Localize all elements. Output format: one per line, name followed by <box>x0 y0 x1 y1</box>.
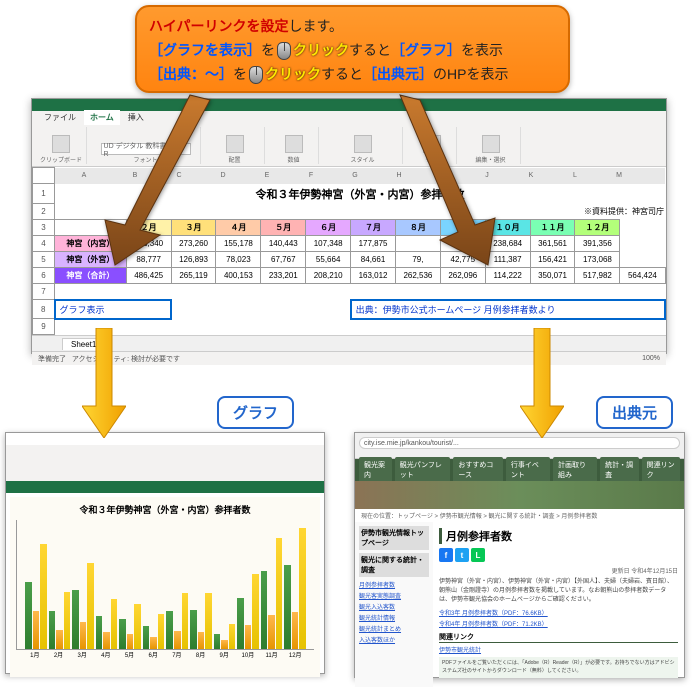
hyperlink-graph[interactable]: グラフ表示 <box>55 300 172 319</box>
chart-area: 令和３年伊勢神宮（外宮・内宮）参拝者数 1月2月3月4月5月6月7月8月9月10… <box>10 497 320 677</box>
number-icon[interactable] <box>285 135 303 153</box>
pdf-link[interactable]: 令和4年 月例参拝者数（PDF：71.2KB） <box>439 619 678 628</box>
side-link[interactable]: 観光統計情報 <box>359 613 429 622</box>
social-icons: f t L <box>439 548 678 562</box>
status-bar: 準備完了 アクセシビリティ: 検討が必要です 100% <box>32 351 666 365</box>
browser-window: city.ise.mie.jp/kankou/tourist/... 観光案内観… <box>354 432 685 678</box>
arrow-to-source-link <box>380 90 520 270</box>
line-icon[interactable]: L <box>471 548 485 562</box>
hyperlink-source[interactable]: 出典：伊勢市公式ホームページ 月例参拝者数より <box>351 300 665 319</box>
update-date: 更新日 令和4年12月15日 <box>439 566 678 575</box>
breadcrumb: 現在の位置：トップページ > 伊勢市観光情報 > 観光に関する統計・調査 > 月… <box>355 509 684 522</box>
arrow-down-to-web <box>520 328 564 438</box>
align-icon[interactable] <box>226 135 244 153</box>
paste-icon[interactable] <box>52 135 70 153</box>
twitter-icon[interactable]: t <box>455 548 469 562</box>
sheet-tabs[interactable]: Sheet1 <box>32 335 666 351</box>
side-link[interactable]: 入込客数ほか <box>359 635 429 644</box>
excel-chart-window: 令和３年伊勢神宮（外宮・内宮）参拝者数 1月2月3月4月5月6月7月8月9月10… <box>5 432 325 674</box>
mouse-icon <box>277 42 291 60</box>
tab-file[interactable]: ファイル <box>38 110 82 125</box>
arrow-to-graph-link <box>80 90 220 270</box>
side-link[interactable]: 月例参拝者数 <box>359 580 429 589</box>
pdf-note: PDFファイルをご覧いただくには、「Adobe（R）Reader（R）」が必要で… <box>439 657 678 678</box>
label-graph: グラフ <box>217 396 294 429</box>
body-text: 伊勢神宮（外宮・内宮）、伊勢神宮（外宮・内宮）【外国人】、夫婦（夫婦岩、賓日館）… <box>439 578 678 605</box>
site-nav[interactable]: 観光案内観光パンフレットおすすめコース行事イベント計画取り組み統計・調査関連リン… <box>355 459 684 481</box>
mouse-icon <box>249 66 263 84</box>
chart-bars <box>16 520 314 650</box>
facebook-icon[interactable]: f <box>439 548 453 562</box>
chart-title: 令和３年伊勢神宮（外宮・内宮）参拝者数 <box>16 503 314 516</box>
instruction-callout: ハイパーリンクを設定します。 ［グラフを表示］をクリックすると［グラフ］を表示 … <box>135 5 570 93</box>
page-title: 月例参拝者数 <box>439 528 678 544</box>
pdf-link[interactable]: 令和3年 月例参拝者数（PDF：76.6KB） <box>439 608 678 617</box>
sidebar: 伊勢市観光情報トップページ 観光に関する統計・調査 月例参拝者数 観光客実態調査… <box>355 522 433 687</box>
side-link[interactable]: 観光統計まとめ <box>359 624 429 633</box>
side-link[interactable]: 観光客実態調査 <box>359 591 429 600</box>
chart-ribbon <box>6 445 324 493</box>
page-main: 月例参拝者数 f t L 更新日 令和4年12月15日 伊勢神宮（外宮・内宮）、… <box>433 522 684 687</box>
related-link[interactable]: 伊勢市観光統計 <box>439 645 678 654</box>
hero-image <box>355 481 684 509</box>
style-icon[interactable] <box>354 135 372 153</box>
chart-x-labels: 1月2月3月4月5月6月7月8月9月10月11月12月 <box>16 650 314 659</box>
url-bar[interactable]: city.ise.mie.jp/kankou/tourist/... <box>359 437 680 449</box>
callout-bold: ハイパーリンクを設定 <box>149 18 288 34</box>
label-source: 出典元 <box>596 396 673 429</box>
arrow-down-to-chart <box>82 328 126 438</box>
side-link[interactable]: 観光入込客数 <box>359 602 429 611</box>
